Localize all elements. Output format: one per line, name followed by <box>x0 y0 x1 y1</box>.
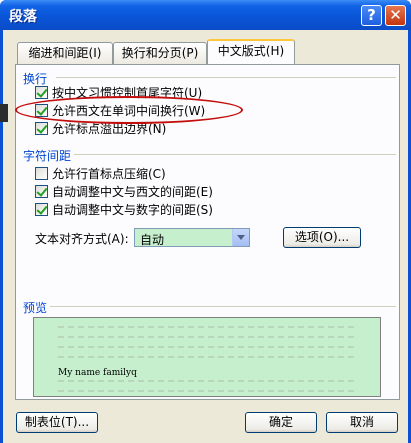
tabs-button[interactable]: 制表位(T)... <box>16 412 98 433</box>
title-bar[interactable]: 段落 ? ✕ <box>0 0 411 30</box>
alignment-value: 自动 <box>140 233 165 247</box>
close-button[interactable]: ✕ <box>385 5 406 26</box>
tab-asian-typography[interactable]: 中文版式(H) <box>207 39 295 64</box>
checkbox-compress-punctuation[interactable] <box>35 167 48 180</box>
divider <box>74 154 396 155</box>
dialog-body: 缩进和间距(I) 换行和分页(P) 中文版式(H) 换行 按中文习惯控制首尾字符… <box>3 30 408 443</box>
preview-line <box>58 380 358 382</box>
preview-line <box>58 326 358 328</box>
divider <box>56 77 396 78</box>
tab-line-page-breaks[interactable]: 换行和分页(P) <box>113 42 207 64</box>
preview-line <box>58 336 358 338</box>
options-button[interactable]: 选项(O)... <box>283 227 361 248</box>
option-label[interactable]: 自动调整中文与数字的间距(S) <box>52 201 213 218</box>
option-label[interactable]: 允许行首标点压缩(C) <box>52 165 166 182</box>
chevron-down-icon[interactable] <box>232 229 249 246</box>
background-edge <box>0 104 8 122</box>
ok-button[interactable]: 确定 <box>245 412 317 433</box>
alignment-label: 文本对齐方式(A): <box>35 232 129 246</box>
checkbox-hanging-punctuation[interactable] <box>35 122 48 135</box>
line-break-heading: 换行 <box>23 72 48 86</box>
checkbox-chinese-rules[interactable] <box>35 86 48 99</box>
preview-heading: 预览 <box>23 301 48 315</box>
option-label[interactable]: 自动调整中文与西文的间距(E) <box>52 183 213 200</box>
cancel-button[interactable]: 取消 <box>326 412 398 433</box>
paragraph-dialog: 段落 ? ✕ 缩进和间距(I) 换行和分页(P) 中文版式(H) 换行 按中文习… <box>0 0 411 443</box>
preview-line <box>58 356 358 358</box>
preview-line <box>58 390 358 392</box>
help-button[interactable]: ? <box>361 5 382 26</box>
tab-indent-spacing[interactable]: 缩进和间距(I) <box>17 42 113 64</box>
highlight-annotation-oval <box>15 96 243 124</box>
preview-sample-text: My name familyq <box>58 368 137 378</box>
dialog-title: 段落 <box>9 9 37 25</box>
preview-line <box>58 346 358 348</box>
char-spacing-heading: 字符间距 <box>23 149 72 163</box>
checkbox-auto-space-numbers[interactable] <box>35 203 48 216</box>
preview-box: My name familyq <box>33 317 381 397</box>
checkbox-auto-space-latin[interactable] <box>35 185 48 198</box>
divider <box>50 306 396 307</box>
alignment-dropdown[interactable]: 自动 <box>134 228 250 247</box>
